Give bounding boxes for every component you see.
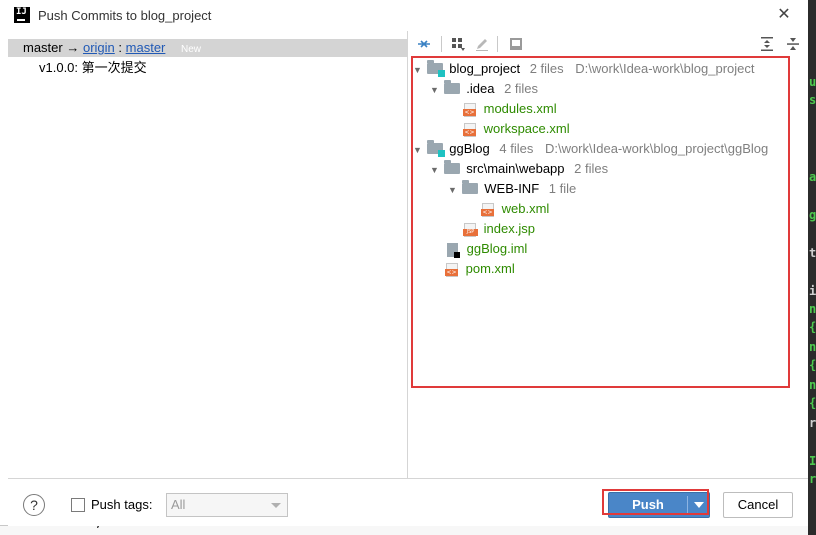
module-path: D:\work\Idea-work\blog_project\ggBlog — [544, 141, 769, 156]
changes-toolbar — [409, 31, 808, 57]
expand-arrow-icon[interactable]: ▼ — [413, 60, 423, 80]
branch-row[interactable]: master → origin : master New — [8, 39, 408, 57]
dialog-titlebar: IJ Push Commits to blog_project ✕ — [0, 0, 808, 31]
folder-icon — [461, 180, 478, 195]
background-fragment: n — [809, 378, 816, 392]
tree-node-label: ggBlog.iml — [466, 241, 528, 256]
tree-node-blog-project[interactable]: ▼ blog_project 2 files D:\work\Idea-work… — [413, 59, 755, 79]
changes-tree: ▼ blog_project 2 files D:\work\Idea-work… — [409, 59, 808, 478]
background-fragment: i — [809, 284, 816, 298]
xml-file-icon — [463, 102, 476, 117]
file-count: 2 files — [574, 161, 609, 176]
tags-select[interactable]: All — [166, 493, 288, 517]
commits-panel: master → origin : master New v1.0.0: 第一次… — [8, 31, 408, 478]
file-count: 1 file — [548, 181, 577, 196]
edit-source-icon[interactable] — [473, 35, 491, 53]
tree-node-index-jsp[interactable]: index.jsp — [462, 219, 535, 239]
background-fragment: u — [809, 75, 816, 89]
dialog-footer: ? Push tags: All Push Cancel — [8, 478, 808, 526]
toolbar-separator — [497, 36, 498, 52]
push-tags-label: Push tags: — [91, 497, 153, 512]
background-fragment: r — [809, 416, 816, 430]
group-by-icon[interactable] — [449, 35, 467, 53]
tree-node-label: pom.xml — [465, 261, 515, 276]
background-fragment: n — [809, 302, 816, 316]
background-fragment: n — [809, 340, 816, 354]
tree-node-web-xml[interactable]: web.xml — [480, 199, 549, 219]
expand-arrow-icon[interactable]: ▼ — [448, 180, 458, 200]
changes-panel: ▼ blog_project 2 files D:\work\Idea-work… — [409, 31, 808, 478]
tree-node-label: web.xml — [501, 201, 550, 216]
tree-node-modules-xml[interactable]: modules.xml — [462, 99, 557, 119]
tree-node-workspace-xml[interactable]: workspace.xml — [462, 119, 570, 139]
tags-select-value: All — [171, 497, 186, 512]
iml-file-icon — [447, 242, 460, 258]
expand-arrow-icon[interactable]: ▼ — [430, 160, 440, 180]
remote-branch-link[interactable]: master — [126, 40, 166, 55]
background-fragment: s — [809, 93, 816, 107]
module-folder-icon — [426, 60, 445, 78]
tree-node-src-main-webapp[interactable]: ▼ src\main\webapp 2 files — [430, 159, 608, 179]
tree-node-label: WEB-INF — [484, 181, 540, 196]
tree-node-label: blog_project — [449, 61, 521, 76]
intellij-icon: IJ — [14, 7, 30, 23]
push-button-label: Push — [632, 497, 664, 512]
xml-file-icon — [481, 202, 494, 217]
local-branch: master — [23, 40, 63, 55]
toolbar-separator — [441, 36, 442, 52]
background-fragment: g — [809, 208, 816, 222]
background-editor: u s a g t i n { n { n { r I r — [808, 0, 816, 535]
dialog-title: Push Commits to blog_project — [38, 8, 212, 23]
xml-file-icon — [463, 122, 476, 137]
tree-node-label: workspace.xml — [483, 121, 570, 136]
folder-icon — [443, 80, 460, 95]
background-fragment: a — [809, 170, 816, 184]
cancel-button[interactable]: Cancel — [723, 492, 793, 518]
new-badge: New — [181, 44, 202, 55]
background-fragment: { — [809, 358, 816, 372]
module-folder-icon — [426, 140, 445, 158]
file-count: 2 files — [504, 81, 539, 96]
background-fragment: r — [809, 472, 816, 486]
help-button[interactable]: ? — [23, 494, 45, 516]
push-button[interactable]: Push — [608, 492, 710, 518]
tree-node-label: modules.xml — [483, 101, 557, 116]
file-count: 2 files — [529, 61, 564, 76]
xml-file-icon — [445, 262, 458, 277]
folder-icon — [443, 160, 460, 175]
tree-node-ggblog[interactable]: ▼ ggBlog 4 files D:\work\Idea-work\blog_… — [413, 139, 768, 159]
expand-arrow-icon[interactable]: ▼ — [430, 80, 440, 100]
chevron-down-icon — [271, 503, 281, 508]
tree-node-ggblog-iml[interactable]: ggBlog.iml — [444, 239, 527, 259]
preview-icon[interactable] — [507, 35, 525, 53]
expand-arrow-icon[interactable]: ▼ — [413, 140, 423, 160]
tree-node-idea[interactable]: ▼ .idea 2 files — [430, 79, 538, 99]
background-fragment: { — [809, 320, 816, 334]
expand-all-icon[interactable] — [415, 35, 433, 53]
tree-node-label: ggBlog — [449, 141, 490, 156]
background-fragment: I — [809, 454, 816, 468]
commit-item[interactable]: v1.0.0: 第一次提交 — [8, 59, 408, 77]
tree-node-label: src\main\webapp — [466, 161, 565, 176]
push-commits-dialog: IJ Push Commits to blog_project ✕ master… — [0, 0, 808, 526]
jsp-file-icon — [463, 222, 478, 237]
background-fragment: { — [809, 396, 816, 410]
push-arrow: → — [66, 40, 80, 55]
push-options-dropdown-icon[interactable] — [688, 493, 710, 517]
background-fragment: t — [809, 246, 816, 260]
branch-separator: : — [118, 40, 123, 55]
push-tags-checkbox[interactable] — [71, 498, 85, 512]
remote-link[interactable]: origin — [83, 40, 115, 55]
collapse-icon[interactable] — [784, 35, 802, 53]
tree-node-label: index.jsp — [483, 221, 535, 236]
file-count: 4 files — [499, 141, 534, 156]
tree-node-web-inf[interactable]: ▼ WEB-INF 1 file — [448, 179, 576, 199]
module-path: D:\work\Idea-work\blog_project — [575, 61, 755, 76]
expand-icon[interactable] — [758, 35, 776, 53]
tree-node-label: .idea — [466, 81, 495, 96]
close-icon[interactable]: ✕ — [775, 6, 793, 24]
tree-node-pom-xml[interactable]: pom.xml — [444, 259, 515, 279]
